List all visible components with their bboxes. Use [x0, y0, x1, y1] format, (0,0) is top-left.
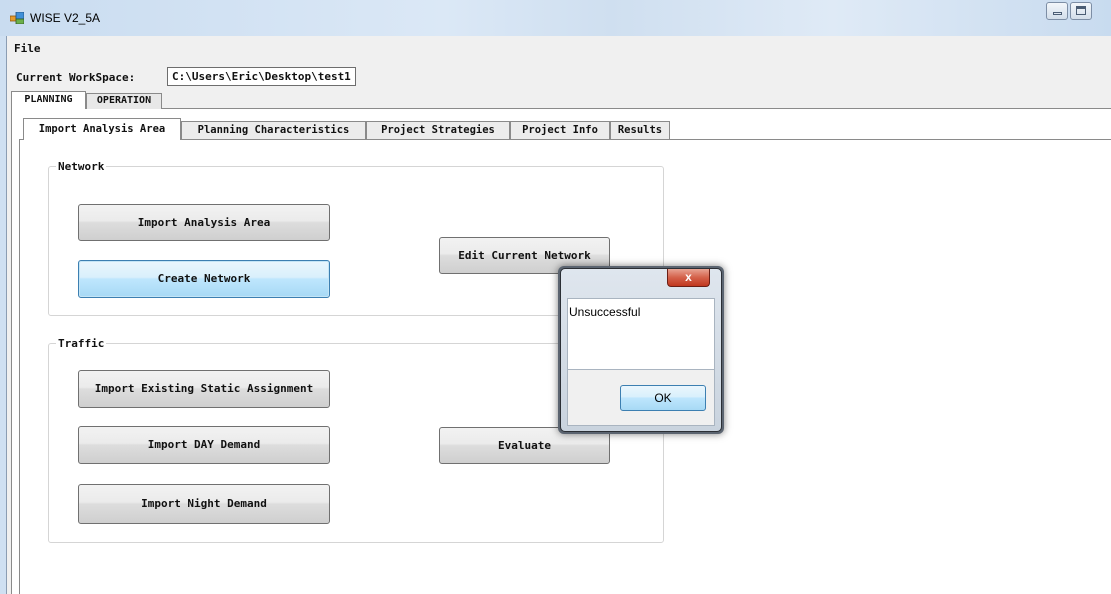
- workspace-path-field: C:\Users\Eric\Desktop\test1: [167, 67, 356, 86]
- dialog-message: Unsuccessful: [569, 305, 641, 319]
- ok-button[interactable]: OK: [620, 385, 706, 411]
- tab-project-strategies[interactable]: Project Strategies: [366, 121, 510, 139]
- tab-planning-characteristics[interactable]: Planning Characteristics: [181, 121, 366, 139]
- menu-file[interactable]: File: [14, 42, 41, 55]
- window-left-border: [0, 36, 7, 594]
- import-analysis-area-label: Import Analysis Area: [137, 216, 271, 229]
- import-night-demand-button[interactable]: Import Night Demand: [78, 484, 330, 524]
- tab-import-analysis-area[interactable]: Import Analysis Area: [23, 118, 181, 140]
- tab-planning[interactable]: PLANNING: [11, 91, 86, 109]
- title-bar: WISE V2_5A: [0, 0, 1111, 36]
- create-network-button[interactable]: Create Network: [78, 260, 330, 298]
- traffic-group-label: Traffic: [56, 337, 107, 350]
- import-static-assignment-label: Import Existing Static Assignment: [94, 382, 314, 395]
- create-network-label: Create Network: [157, 272, 251, 285]
- dialog-footer: OK: [567, 370, 715, 426]
- app-icon: [10, 12, 24, 24]
- import-day-demand-label: Import DAY Demand: [147, 438, 261, 451]
- message-dialog: x OK Unsuccessful: [560, 268, 722, 432]
- import-static-assignment-button[interactable]: Import Existing Static Assignment: [78, 370, 330, 408]
- minimize-button[interactable]: [1046, 2, 1068, 20]
- tab-project-info[interactable]: Project Info: [510, 121, 610, 139]
- maximize-button[interactable]: [1070, 2, 1092, 20]
- dialog-close-button[interactable]: x: [667, 269, 710, 287]
- tab-operation[interactable]: OPERATION: [86, 93, 162, 109]
- workspace-label: Current WorkSpace:: [16, 71, 136, 84]
- network-group-label: Network: [56, 160, 107, 173]
- window-title: WISE V2_5A: [30, 11, 101, 25]
- import-day-demand-button[interactable]: Import DAY Demand: [78, 426, 330, 464]
- import-night-demand-label: Import Night Demand: [141, 497, 267, 510]
- import-analysis-area-button[interactable]: Import Analysis Area: [78, 204, 330, 241]
- tab-results[interactable]: Results: [610, 121, 670, 139]
